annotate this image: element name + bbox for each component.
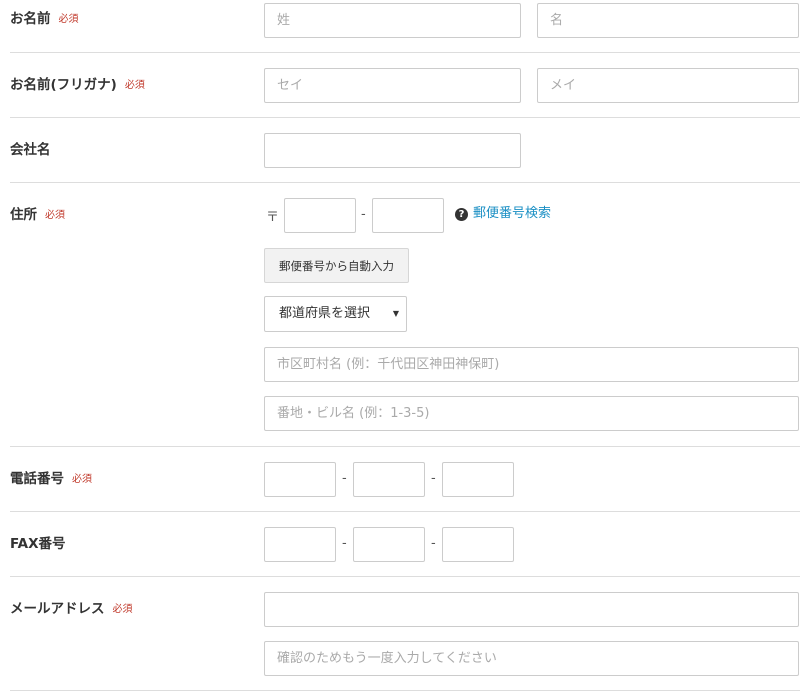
- fax-third-input[interactable]: [442, 527, 514, 562]
- address-label: 住所 必須: [10, 206, 65, 225]
- zip-second-input[interactable]: [372, 198, 444, 233]
- phone-required-badge: 必須: [72, 474, 92, 485]
- divider: [10, 446, 800, 447]
- kana-required-badge: 必須: [124, 80, 145, 91]
- phone-first-input[interactable]: [264, 462, 336, 497]
- kana-label: お名前(フリガナ) 必須: [10, 76, 145, 95]
- divider: [10, 52, 800, 53]
- fax-label-text: FAX番号: [10, 536, 66, 552]
- zip-first-input[interactable]: [284, 198, 356, 233]
- phone-label: 電話番号 必須: [10, 470, 92, 489]
- divider: [10, 182, 800, 183]
- kana-label-text: お名前(フリガナ): [10, 77, 117, 93]
- fax-second-input[interactable]: [353, 527, 425, 562]
- email-label-text: メールアドレス: [10, 601, 105, 617]
- last-name-kana-input[interactable]: [264, 68, 521, 103]
- last-name-input[interactable]: [264, 3, 521, 38]
- divider: [10, 511, 800, 512]
- phone-dash-2: -: [431, 471, 436, 486]
- fax-first-input[interactable]: [264, 527, 336, 562]
- zip-mark: 〒: [266, 210, 280, 225]
- zip-autofill-button[interactable]: 郵便番号から自動入力: [264, 248, 409, 283]
- name-label-text: お名前: [10, 11, 51, 27]
- contact-form: お名前必須 お名前(フリガナ)必須 会社名 住所必須 〒 - ? 郵便番号検索 …: [0, 0, 800, 696]
- name-label: お名前 必須: [10, 10, 79, 29]
- first-name-kana-input[interactable]: [537, 68, 799, 103]
- company-input[interactable]: [264, 133, 521, 168]
- fax-dash-1: -: [342, 536, 347, 551]
- street-input[interactable]: [264, 396, 799, 431]
- fax-label: FAX番号: [10, 535, 66, 553]
- email-required-badge: 必須: [112, 604, 133, 615]
- divider: [10, 576, 800, 577]
- name-required-badge: 必須: [58, 14, 79, 25]
- zip-search-link[interactable]: 郵便番号検索: [473, 205, 551, 223]
- phone-second-input[interactable]: [353, 462, 425, 497]
- prefecture-select[interactable]: 都道府県を選択 ▼: [264, 296, 407, 332]
- chevron-down-icon: ▼: [392, 309, 399, 318]
- email-confirm-input[interactable]: [264, 641, 799, 676]
- address-label-text: 住所: [10, 207, 37, 223]
- city-input[interactable]: [264, 347, 799, 382]
- phone-third-input[interactable]: [442, 462, 514, 497]
- prefecture-select-value: 都道府県を選択: [279, 306, 371, 321]
- first-name-input[interactable]: [537, 3, 799, 38]
- help-icon: ?: [455, 208, 468, 221]
- company-label-text: 会社名: [10, 142, 51, 158]
- email-label: メールアドレス 必須: [10, 600, 133, 619]
- fax-dash-2: -: [431, 536, 436, 551]
- company-label: 会社名: [10, 141, 51, 159]
- phone-dash-1: -: [342, 471, 347, 486]
- address-required-badge: 必須: [45, 210, 65, 221]
- zip-dash: -: [361, 207, 366, 222]
- phone-label-text: 電話番号: [10, 471, 64, 487]
- divider: [10, 690, 800, 691]
- email-input[interactable]: [264, 592, 799, 627]
- divider: [10, 117, 800, 118]
